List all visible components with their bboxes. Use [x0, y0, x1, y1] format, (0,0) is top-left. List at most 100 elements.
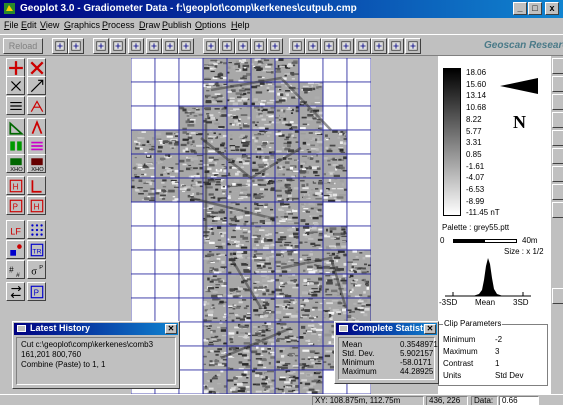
menu-options[interactable]: Options: [195, 20, 226, 30]
complete-statistics-window[interactable]: Complete Statistics ✕ Mean 0.3548971 Std.…: [334, 321, 439, 384]
survey-texture-speck: [240, 166, 245, 168]
maximize-button[interactable]: □: [528, 2, 542, 15]
chart-button[interactable]: [338, 38, 354, 54]
survey-texture-speck: [287, 281, 294, 284]
zoom-in-button[interactable]: [146, 38, 162, 54]
clip-button[interactable]: [6, 96, 25, 115]
survey-texture-speck: [318, 277, 323, 281]
p-tool-button[interactable]: P: [6, 196, 25, 215]
p-box-icon: P: [30, 285, 44, 299]
menu-publish[interactable]: Publish: [162, 20, 192, 30]
hatched-rect-tool-icon[interactable]: [552, 148, 563, 164]
despike-button[interactable]: [27, 76, 46, 95]
ellipse-tool-icon[interactable]: [552, 94, 563, 110]
reload-button[interactable]: Reload: [3, 38, 43, 54]
lambda-tool-button[interactable]: [27, 118, 46, 137]
grid-2-button[interactable]: [305, 38, 321, 54]
grid-3-button[interactable]: [321, 38, 337, 54]
survey-texture-speck: [228, 305, 233, 308]
survey-texture-speck: [281, 338, 285, 340]
zoom-window-button[interactable]: [178, 38, 194, 54]
survey-texture-speck: [192, 178, 195, 180]
survey-texture-speck: [357, 300, 364, 303]
survey-texture-speck: [291, 379, 296, 382]
text-tool-icon[interactable]: [552, 202, 563, 218]
hand-pan-button[interactable]: [128, 38, 144, 54]
minimize-button[interactable]: _: [513, 2, 527, 15]
menu-file[interactable]: File: [4, 20, 19, 30]
multiline-button[interactable]: [27, 136, 46, 155]
statistics-close-button[interactable]: ✕: [424, 324, 436, 334]
crosshair-button[interactable]: [110, 38, 126, 54]
statistics-titlebar[interactable]: Complete Statistics ✕: [336, 323, 437, 335]
shade-button[interactable]: [203, 38, 219, 54]
sigma-tool-button[interactable]: σP: [27, 260, 46, 279]
cut-button[interactable]: [93, 38, 109, 54]
survey-texture-speck: [288, 206, 291, 209]
ratio-button[interactable]: XHO: [6, 154, 25, 173]
filled-ellipse-tool-icon[interactable]: [552, 166, 563, 182]
close-button[interactable]: x: [545, 2, 559, 15]
swap-button[interactable]: [6, 282, 25, 301]
xo-button[interactable]: XHO: [27, 154, 46, 173]
menu-view[interactable]: View: [40, 20, 59, 30]
line-tool-icon[interactable]: [552, 76, 563, 92]
survey-texture-speck: [277, 198, 282, 200]
destripe-button[interactable]: [6, 76, 25, 95]
h-tool-button[interactable]: H: [27, 196, 46, 215]
menu-draw[interactable]: Draw: [139, 20, 160, 30]
menu-graphics[interactable]: Graphics: [64, 20, 100, 30]
scale-tick-label: 3.31: [466, 138, 482, 148]
survey-texture-speck: [243, 222, 247, 226]
latest-history-titlebar[interactable]: Latest History ✕: [14, 323, 178, 335]
filled-rect-tool-icon[interactable]: [552, 184, 563, 200]
grid-1-button[interactable]: [289, 38, 305, 54]
menu-process[interactable]: Process: [102, 20, 135, 30]
cross-tool-button[interactable]: [27, 58, 46, 77]
stereo-button[interactable]: [6, 136, 25, 155]
window-menu-icon[interactable]: [17, 325, 26, 332]
survey-texture-speck: [277, 337, 282, 340]
tr-tool-button[interactable]: TR: [27, 240, 46, 259]
histogram-button[interactable]: [235, 38, 251, 54]
hash-button[interactable]: H: [6, 176, 25, 195]
status-xy-label: XY:: [315, 396, 328, 405]
pointer-tool-icon[interactable]: [552, 58, 563, 74]
grid-tool-icon[interactable]: [552, 288, 563, 304]
zoom-out-button[interactable]: [162, 38, 178, 54]
palette-button[interactable]: [388, 38, 404, 54]
grid-5-button[interactable]: [371, 38, 387, 54]
contrast-button[interactable]: [219, 38, 235, 54]
window-menu-icon[interactable]: [339, 325, 348, 332]
trace-button[interactable]: [267, 38, 283, 54]
tile-button[interactable]: [251, 38, 267, 54]
triangle-tool-button[interactable]: [6, 118, 25, 137]
open-folder-button[interactable]: [52, 38, 68, 54]
rectangle-tool-icon[interactable]: [552, 112, 563, 128]
survey-texture-speck: [318, 375, 323, 379]
survey-texture-speck: [323, 316, 326, 319]
save-button[interactable]: [68, 38, 84, 54]
geoplot-app-icon[interactable]: [3, 2, 16, 15]
l-bracket-button[interactable]: [27, 176, 46, 195]
latest-history-window[interactable]: Latest History ✕ Cut c:\geoplot\comp\ker…: [12, 321, 180, 389]
p-box-button[interactable]: P: [27, 282, 46, 301]
dots-button[interactable]: [27, 220, 46, 239]
grid-4-button[interactable]: [355, 38, 371, 54]
scatter-button[interactable]: [6, 240, 25, 259]
survey-texture-speck: [352, 250, 358, 253]
menu-options-key: O: [195, 20, 203, 30]
data-value-field[interactable]: 0.66: [499, 396, 539, 405]
interpolate-button[interactable]: [27, 96, 46, 115]
survey-texture-speck: [324, 290, 328, 293]
camera-button[interactable]: [405, 38, 421, 54]
subscript-tool-button[interactable]: # #: [6, 260, 25, 279]
lf-filter-button[interactable]: LF: [6, 220, 25, 239]
latest-history-body: Cut c:\geoplot\comp\kerkenes\comb3 161,2…: [16, 337, 176, 385]
menu-help[interactable]: Help: [231, 20, 250, 30]
latest-history-close-button[interactable]: ✕: [165, 324, 177, 334]
hatched-ellipse-tool-icon[interactable]: [552, 130, 563, 146]
menu-edit[interactable]: Edit: [21, 20, 37, 30]
survey-texture-speck: [259, 219, 265, 223]
plus-tool-button[interactable]: [6, 58, 25, 77]
